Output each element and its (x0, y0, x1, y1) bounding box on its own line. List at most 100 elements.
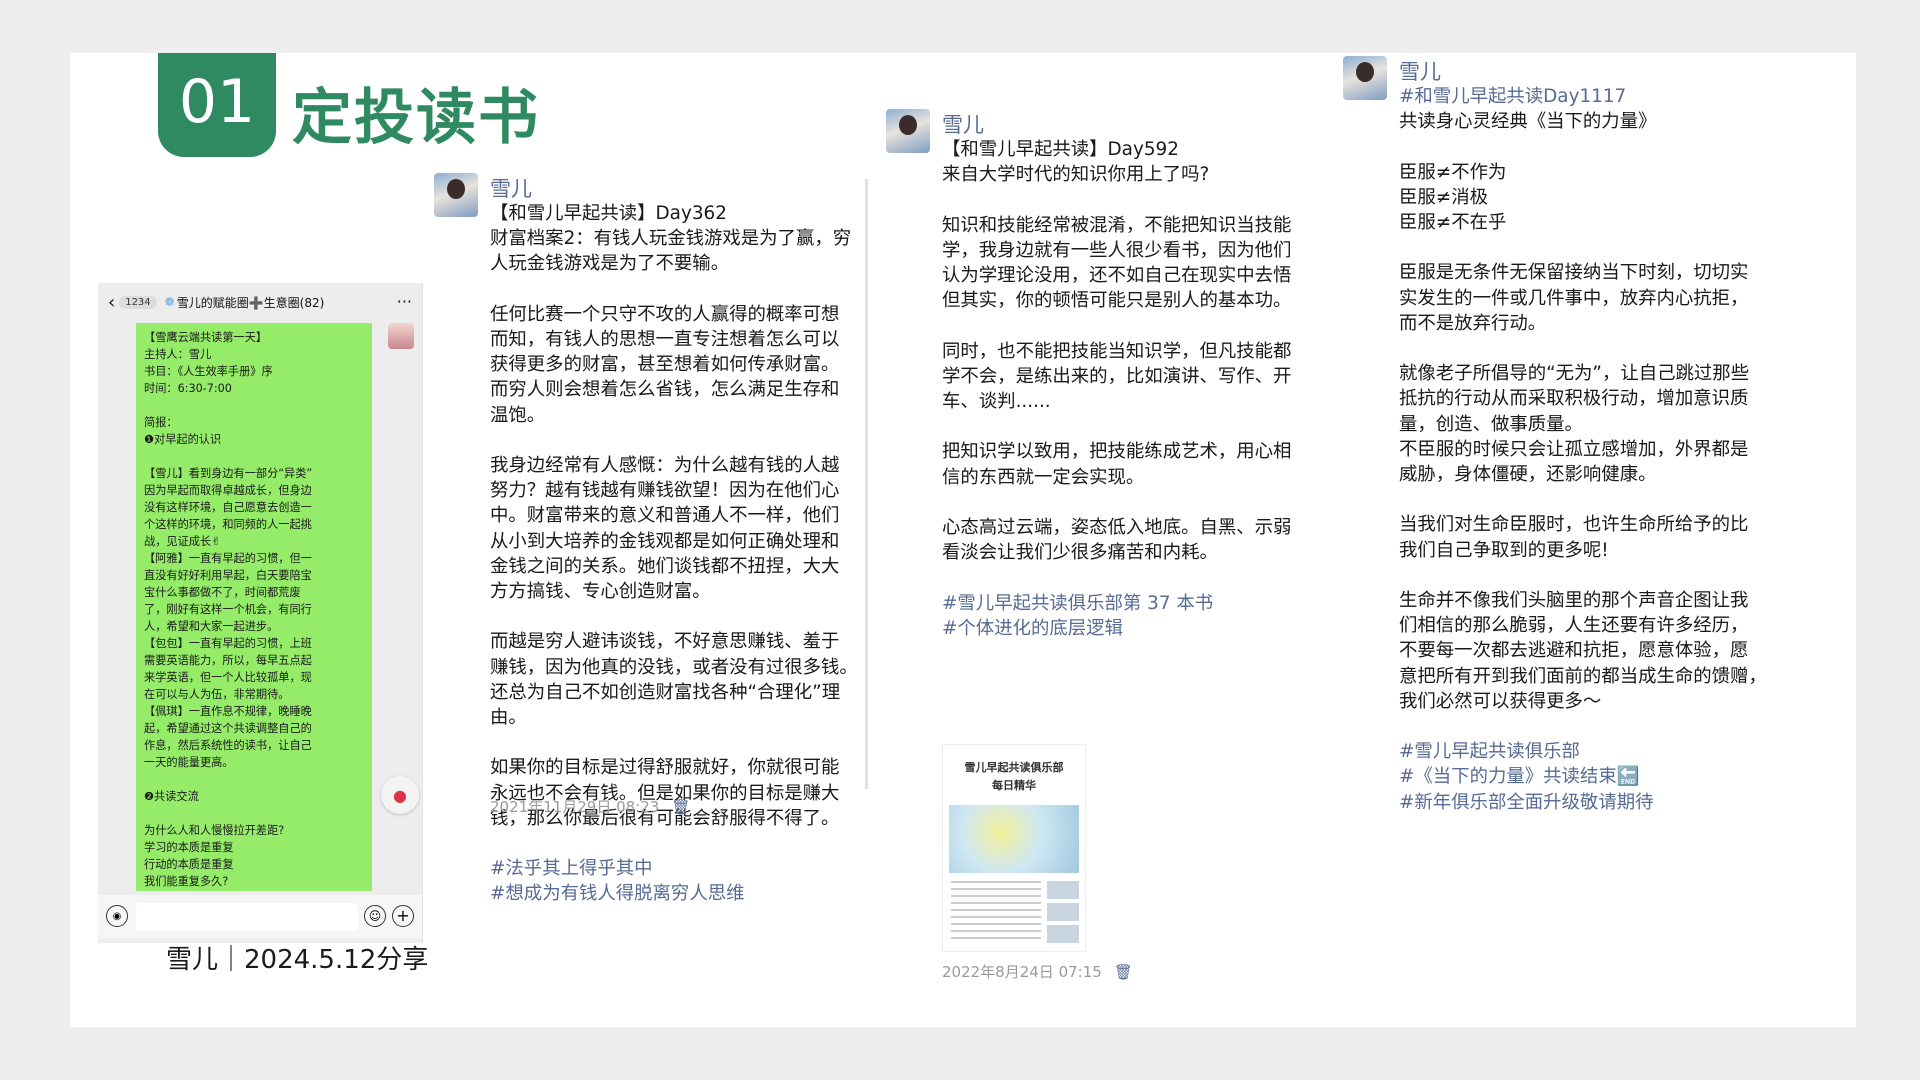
group-name: 雪儿的赋能圈➕生意圈(82) (176, 295, 325, 310)
hashtag-link[interactable]: #个体进化的底层逻辑 (942, 616, 1291, 641)
avatar[interactable] (1343, 56, 1387, 100)
section-title: 定投读书 (292, 83, 540, 153)
text-line: 温饱。 (490, 404, 546, 426)
text-line: 财富档案2：有钱人玩金钱游戏是为了赢，穷 (490, 228, 852, 250)
chat-input-bar: ◉ ☺ + (98, 895, 422, 939)
message-input[interactable] (136, 903, 358, 931)
message-line (144, 448, 364, 465)
message-line: 为什么人和人慢慢拉开差距? (144, 824, 285, 837)
message-line: 学习的本质是重复 (144, 841, 234, 854)
message-line: 作息，然后系统性的读书，让自己 (144, 739, 312, 752)
floating-app-icon[interactable]: ● (381, 776, 419, 814)
divider (865, 179, 868, 789)
text-line: 学，我身边就有一些人很少看书，因为他们 (942, 239, 1292, 261)
image-picture (949, 805, 1079, 873)
message-line: 没有这样环境，自己愿意去创造一 (144, 501, 312, 514)
post-timestamp: 2021年11月29日 08:23 (490, 798, 660, 816)
text-line: 获得更多的财富，甚至想着如何传承财富。 (490, 354, 840, 376)
text-line (1399, 563, 1767, 588)
text-line: 我们自己争取到的更多呢! (1399, 539, 1609, 561)
message-line: ❷共读交流 (144, 790, 199, 803)
text-line: 共读身心灵经典《当下的力量》 (1399, 111, 1657, 133)
text-line (942, 414, 1291, 439)
text-line: 知识和技能经常被混淆，不能把知识当技能 (942, 214, 1292, 236)
text-line: 【和雪儿早起共读】Day362 (490, 203, 727, 224)
text-line: 而越是穷人避讳谈钱，不好意思赚钱、羞于 (490, 631, 840, 653)
text-line: 努力？越有钱越有赚钱欲望！因为在他们心 (490, 480, 840, 502)
message-line: 起，希望通过这个共读调整自己的 (144, 722, 312, 735)
message-line (144, 805, 364, 822)
post-author[interactable]: 雪儿 (490, 173, 532, 203)
message-bubble: 【雪鹰云端共读第一天】 主持人：雪儿 书目：《人生效率手册》序 时间：6:30-7:0… (136, 323, 372, 891)
text-line: 金钱之间的关系。她们谈钱都不扭捏，大大 (490, 555, 840, 577)
text-line: 就像老子所倡导的“无为”，让自己跳过那些 (1399, 363, 1750, 385)
text-line: 认为学理论没用，还不如自己在现实中去悟 (942, 265, 1292, 287)
post-footer: 2021年11月29日 08:23 🗑 (490, 796, 690, 817)
text-line: 实发生的一件或几件事中，放弃内心抗拒， (1399, 287, 1749, 309)
hashtag-link[interactable]: #法乎其上得乎其中 (490, 856, 858, 881)
text-line (1399, 134, 1767, 159)
hashtag-link[interactable]: #想成为有钱人得脱离穷人思维 (490, 881, 858, 906)
message-line: 了，刚好有这样一个机会，有同行 (144, 603, 312, 616)
text-line: 如果你的目标是过得舒服就好，你就很可能 (490, 757, 840, 779)
hashtag-link[interactable]: #新年俱乐部全面升级敬请期待 (1399, 790, 1767, 815)
text-line (1399, 235, 1767, 260)
avatar[interactable] (886, 109, 930, 153)
slide: 01 定投读书 ‹ 1234 ❁ 雪儿的赋能圈➕生意圈(82) ··· 【雪鹰云… (70, 53, 1856, 1027)
text-line (1399, 487, 1767, 512)
message-line: ❶对早起的认识 (144, 433, 222, 446)
text-line: 意把所有开到我们面前的都当成生命的馈赠， (1399, 665, 1767, 687)
chevron-left-icon[interactable]: ‹ (108, 292, 115, 313)
message-line: 人，希望和大家一起进步。 (144, 620, 279, 633)
avatar[interactable] (388, 323, 414, 349)
hashtag-link[interactable]: #雪儿早起共读俱乐部 (1399, 739, 1767, 764)
image-text-lines (951, 881, 1041, 943)
post-author[interactable]: 雪儿 (1399, 56, 1441, 86)
text-line (490, 604, 858, 629)
post-image[interactable]: 雪儿早起共读俱乐部 每日精华 (942, 744, 1086, 952)
text-line: 还总为自己不如创造财富找各种“合理化”理 (490, 681, 841, 703)
message-line: 【雪儿】看到身边有一部分“异类” (144, 467, 313, 480)
text-line: 生命并不像我们头脑里的那个声音企图让我 (1399, 590, 1749, 612)
hashtag-link[interactable]: #雪儿早起共读俱乐部第 37 本书 (942, 591, 1291, 616)
message-line: （每人5分钟分享读书心得、一个 (144, 890, 364, 891)
text-line: 当我们对生命臣服时，也许生命所给予的比 (1399, 514, 1749, 536)
text-line: 心态高过云端，姿态低入地底。自黑、示弱 (942, 517, 1292, 539)
avatar[interactable] (434, 173, 478, 217)
hashtag-link[interactable]: #和雪儿早起共读Day1117 (1399, 84, 1767, 109)
more-icon[interactable]: ··· (397, 292, 412, 311)
text-line: 臣服≠不作为 (1399, 161, 1507, 183)
text-line (490, 428, 858, 453)
unread-count-badge: 1234 (119, 295, 157, 309)
hashtag-link[interactable]: #《当下的力量》共读结束🔚 (1399, 764, 1767, 789)
plus-icon[interactable]: + (392, 905, 414, 927)
text-line: 们相信的那么脆弱，人生还要有许多经历， (1399, 615, 1749, 637)
group-logo-icon: ❁ (164, 295, 175, 309)
text-line: 信的东西就一定会实现。 (942, 466, 1145, 488)
text-line: 而穷人则会想着怎么省钱，怎么满足生存和 (490, 379, 840, 401)
message-line: 【雪鹰云端共读第一天】 (144, 331, 268, 344)
message-line: 直没有好好利用早起，白天要陪宝 (144, 569, 312, 582)
share-caption: 雪儿｜2024.5.12分享 (166, 945, 429, 975)
text-line: 臣服是无条件无保留接纳当下时刻，切切实 (1399, 262, 1749, 284)
trash-icon[interactable]: 🗑 (1114, 963, 1133, 981)
text-line: 方方搞钱、专心创造财富。 (490, 581, 711, 603)
chat-header: ‹ 1234 ❁ 雪儿的赋能圈➕生意圈(82) ··· (98, 283, 422, 321)
post-author[interactable]: 雪儿 (942, 109, 984, 139)
text-line: 臣服≠不在乎 (1399, 212, 1507, 234)
message-line: 简报： (144, 416, 178, 429)
voice-icon[interactable]: ◉ (106, 905, 128, 927)
post-timestamp: 2022年8月24日 07:15 (942, 963, 1102, 981)
message-line: 【阿雅】一直有早起的习惯，但一 (144, 552, 312, 565)
message-line: 时间：6:30-7:00 (144, 382, 232, 395)
text-line: 赚钱，因为他真的没钱，或者没有过很多钱。 (490, 656, 858, 678)
post-text: 【和雪儿早起共读】Day592 来自大学时代的知识你用上了吗? 知识和技能经常被混… (942, 137, 1291, 641)
image-thumbnails (1047, 881, 1079, 943)
text-line (942, 313, 1291, 338)
text-line: 从小到大培养的金钱观都是如何正确处理和 (490, 530, 840, 552)
emoji-icon[interactable]: ☺ (364, 905, 386, 927)
moment-post-1: 雪儿 【和雪儿早起共读】Day362 财富档案2：有钱人玩金钱游戏是为了赢，穷 人玩… (434, 173, 939, 1013)
text-line (942, 187, 1291, 212)
trash-icon[interactable]: 🗑 (671, 798, 690, 816)
message-line: 来学英语，但一个人比较孤单，现 (144, 671, 312, 684)
